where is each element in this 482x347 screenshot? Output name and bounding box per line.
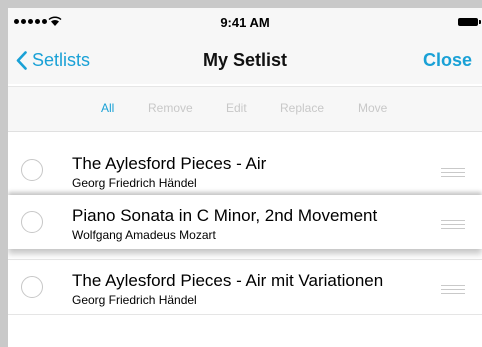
reorder-handle-icon[interactable]: [441, 285, 465, 297]
toolbar-replace-button[interactable]: Replace: [280, 101, 324, 115]
reorder-handle-icon[interactable]: [441, 168, 465, 180]
select-radio[interactable]: [21, 211, 43, 233]
toolbar-all-button[interactable]: All: [101, 101, 114, 115]
composer-name: Georg Friedrich Händel: [72, 293, 197, 307]
piece-title: The Aylesford Pieces - Air mit Variation…: [72, 271, 384, 290]
list-item[interactable]: The Aylesford Pieces - Air mit Variation…: [8, 259, 482, 315]
composer-name: Wolfgang Amadeus Mozart: [72, 228, 216, 242]
select-radio[interactable]: [21, 276, 43, 298]
navigation-bar: Setlists My Setlist Close: [8, 38, 482, 84]
toolbar-remove-button[interactable]: Remove: [148, 101, 193, 115]
toolbar-edit-button[interactable]: Edit: [226, 101, 247, 115]
piece-title: Piano Sonata in C Minor, 2nd Movement: [72, 206, 378, 225]
battery-icon: [458, 18, 481, 26]
edit-toolbar: All Remove Edit Replace Move: [8, 86, 482, 132]
reorder-handle-icon[interactable]: [441, 220, 465, 232]
composer-name: Georg Friedrich Händel: [72, 176, 197, 190]
select-radio[interactable]: [21, 159, 43, 181]
status-bar: 9:41 AM: [8, 8, 482, 38]
page-title: My Setlist: [202, 50, 288, 70]
toolbar-move-button[interactable]: Move: [358, 101, 387, 115]
status-time: 9:41 AM: [220, 15, 270, 30]
list-item[interactable]: Piano Sonata in C Minor, 2nd Movement Wo…: [8, 195, 482, 249]
list-item[interactable]: The Aylesford Pieces - Air Georg Friedri…: [8, 143, 482, 198]
phone-screen: 9:41 AM Setlists My Setlist Close All Re…: [8, 8, 482, 347]
piece-title: The Aylesford Pieces - Air: [72, 154, 267, 173]
close-button[interactable]: Close: [423, 50, 472, 71]
